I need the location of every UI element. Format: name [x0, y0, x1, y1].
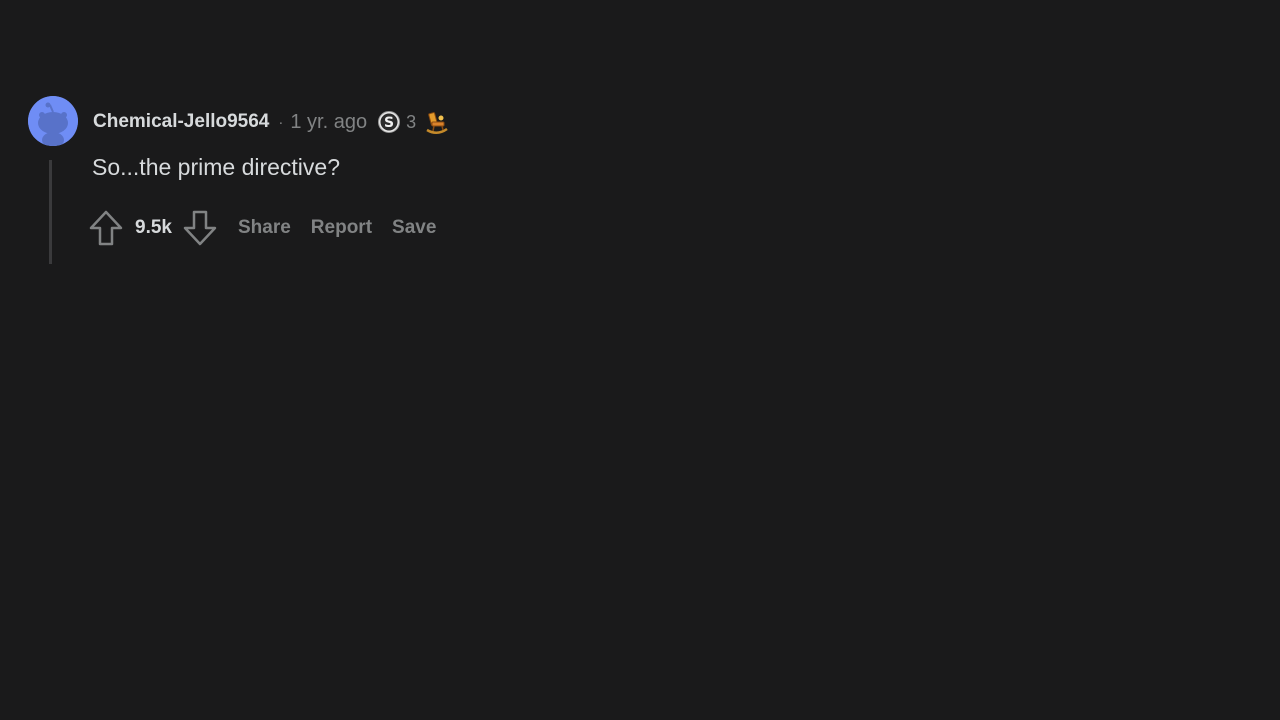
comment-header: Chemical-Jello9564 · 1 yr. ago S 3: [93, 109, 451, 135]
thread-collapse-line[interactable]: [49, 160, 52, 264]
svg-text:S: S: [384, 115, 394, 131]
award-count: 3: [406, 111, 417, 132]
comment: Chemical-Jello9564 · 1 yr. ago S 3 So...…: [28, 96, 628, 266]
silver-award-icon[interactable]: S: [378, 111, 401, 133]
comment-body: So...the prime directive?: [92, 154, 341, 180]
snoo-avatar-icon: [28, 96, 78, 146]
author-username[interactable]: Chemical-Jello9564: [93, 111, 269, 133]
save-button[interactable]: Save: [382, 211, 446, 245]
rocking-chair-award-icon[interactable]: [423, 108, 451, 136]
comment-actions: 9.5k Share Report Save: [88, 208, 446, 248]
share-button[interactable]: Share: [228, 211, 301, 245]
downvote-icon[interactable]: [182, 210, 218, 246]
avatar[interactable]: [28, 96, 78, 146]
comment-timestamp[interactable]: 1 yr. ago: [290, 111, 367, 134]
vote-score: 9.5k: [135, 217, 172, 238]
report-button[interactable]: Report: [301, 211, 382, 245]
upvote-icon[interactable]: [88, 210, 124, 246]
page: Chemical-Jello9564 · 1 yr. ago S 3 So...…: [0, 0, 1280, 720]
header-separator: ·: [278, 113, 284, 131]
